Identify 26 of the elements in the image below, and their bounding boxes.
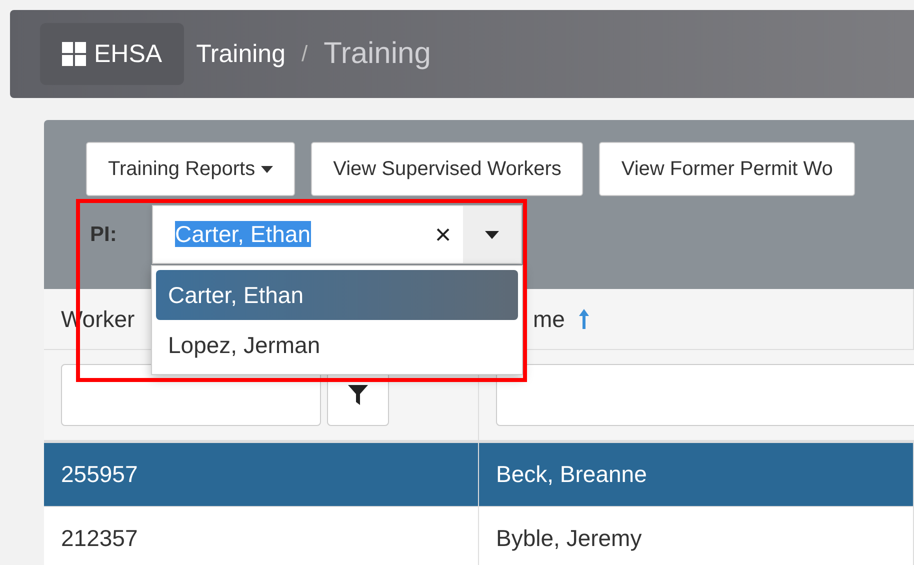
clear-button[interactable]: × <box>423 218 463 250</box>
table-cell: Beck, Breanne <box>479 443 914 506</box>
pi-label: PI: <box>90 222 118 246</box>
grid-icon <box>62 42 86 66</box>
table-cell: 255957 <box>44 443 479 506</box>
breadcrumb-separator: / <box>302 41 308 67</box>
brand-name: EHSA <box>94 40 162 68</box>
dropdown-button[interactable]: Training Reports <box>86 142 296 196</box>
sort-arrow-icon[interactable] <box>578 309 589 329</box>
table-cell: Byble, Jeremy <box>479 507 914 565</box>
table-row[interactable]: 255957 Beck, Breanne <box>44 443 914 507</box>
caret-icon <box>261 166 274 172</box>
dropdown-toggle[interactable] <box>463 206 521 263</box>
toolbar-button[interactable]: View Supervised Workers <box>311 142 584 196</box>
dropdown-option[interactable]: Lopez, Jerman <box>156 320 518 370</box>
breadcrumb-item: Training <box>324 37 431 71</box>
caret-icon <box>485 230 499 238</box>
pi-select[interactable]: Carter, Ethan × <box>152 205 522 264</box>
breadcrumb-item[interactable]: Training <box>196 40 286 68</box>
toolbar-button[interactable]: View Former Permit Wo <box>599 142 855 196</box>
filter-icon <box>348 385 368 405</box>
brand-logo[interactable]: EHSA <box>40 23 184 85</box>
table-cell: 212357 <box>44 507 479 565</box>
dropdown-option[interactable]: Carter, Ethan <box>156 270 518 320</box>
filter-field[interactable] <box>496 364 914 426</box>
column-header[interactable]: me <box>533 306 565 332</box>
